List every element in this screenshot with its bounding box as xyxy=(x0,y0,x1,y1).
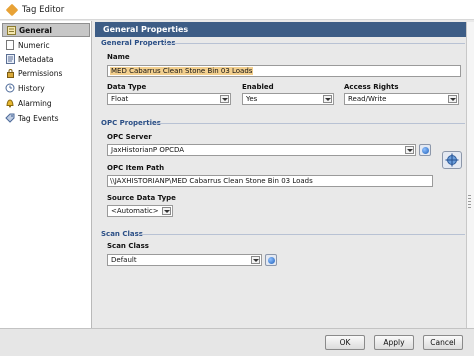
scan-class-select[interactable]: Default xyxy=(107,254,262,266)
section-divider xyxy=(140,234,465,235)
scan-class-edit-button[interactable] xyxy=(265,254,277,266)
opc-section-title: OPC Properties xyxy=(101,119,161,127)
source-data-type-select[interactable]: <Automatic> xyxy=(107,205,173,217)
section-divider xyxy=(155,123,465,124)
opc-server-browse-button[interactable] xyxy=(419,144,431,156)
sidebar-item-permissions[interactable]: Permissions xyxy=(2,66,90,80)
page-icon xyxy=(5,40,15,50)
scan-class-label: Scan Class xyxy=(107,242,149,250)
sidebar-item-tag-events[interactable]: Tag Events xyxy=(2,111,90,125)
data-type-select[interactable]: Float xyxy=(107,93,231,105)
tag-editor-app-icon xyxy=(5,3,19,17)
scroll-grip-icon[interactable] xyxy=(468,195,471,209)
globe-icon xyxy=(421,146,429,154)
access-rights-select[interactable]: Read/Write xyxy=(344,93,459,105)
permissions-icon xyxy=(5,68,15,78)
name-field[interactable]: MED Cabarrus Clean Stone Bin 03 Loads xyxy=(107,65,461,77)
metadata-icon xyxy=(5,54,15,64)
access-rights-value: Read/Write xyxy=(348,95,387,103)
name-label: Name xyxy=(107,53,130,61)
chevron-down-icon[interactable] xyxy=(323,95,332,103)
general-icon xyxy=(6,25,16,35)
scan-class-value: Default xyxy=(111,256,137,264)
opc-server-label: OPC Server xyxy=(107,133,152,141)
panel-header: General Properties xyxy=(95,22,469,37)
section-divider xyxy=(165,43,465,44)
name-value: MED Cabarrus Clean Stone Bin 03 Loads xyxy=(110,67,254,75)
sidebar-item-history[interactable]: History xyxy=(2,81,90,95)
apply-button[interactable]: Apply xyxy=(374,335,414,350)
opc-server-value: JaxHistorianP OPCDA xyxy=(111,146,185,154)
chevron-down-icon[interactable] xyxy=(251,256,260,264)
enabled-value: Yes xyxy=(246,95,258,103)
enabled-select[interactable]: Yes xyxy=(242,93,334,105)
access-rights-label: Access Rights xyxy=(344,83,399,91)
vertical-scrollbar[interactable] xyxy=(466,22,474,328)
title-bar: Tag Editor xyxy=(0,0,474,20)
sidebar-item-metadata[interactable]: Metadata xyxy=(2,52,90,66)
tag-events-icon xyxy=(5,113,15,123)
alarm-bell-icon xyxy=(5,98,15,108)
opc-item-path-label: OPC Item Path xyxy=(107,164,165,172)
source-data-type-label: Source Data Type xyxy=(107,194,176,202)
sidebar-item-alarming[interactable]: Alarming xyxy=(2,96,90,110)
opc-browse-tree-button[interactable] xyxy=(442,151,462,169)
ok-button[interactable]: OK xyxy=(325,335,365,350)
sidebar-item-general[interactable]: General xyxy=(2,23,90,37)
data-type-label: Data Type xyxy=(107,83,147,91)
sidebar-item-numeric[interactable]: Numeric xyxy=(2,38,90,52)
window-title: Tag Editor xyxy=(22,5,65,15)
chevron-down-icon[interactable] xyxy=(220,95,229,103)
opc-server-select[interactable]: JaxHistorianP OPCDA xyxy=(107,144,416,156)
sidebar: General Numeric Metadata Permissions His… xyxy=(0,21,92,328)
chevron-down-icon[interactable] xyxy=(448,95,457,103)
enabled-label: Enabled xyxy=(242,83,274,91)
dialog-button-bar: OK Apply Cancel xyxy=(0,328,474,356)
history-icon xyxy=(5,83,15,93)
opc-item-path-field[interactable]: \\JAXHISTORIANP\MED Cabarrus Clean Stone… xyxy=(107,175,433,187)
cancel-button[interactable]: Cancel xyxy=(423,335,463,350)
globe-icon xyxy=(267,256,275,264)
scan-section-title: Scan Class xyxy=(101,230,143,238)
chevron-down-icon[interactable] xyxy=(162,207,171,215)
data-type-value: Float xyxy=(111,95,129,103)
chevron-down-icon[interactable] xyxy=(405,146,414,154)
general-properties-panel: General Properties General Properties Na… xyxy=(95,22,469,328)
opc-browse-icon xyxy=(445,153,459,167)
source-data-type-value: <Automatic> xyxy=(111,207,159,215)
